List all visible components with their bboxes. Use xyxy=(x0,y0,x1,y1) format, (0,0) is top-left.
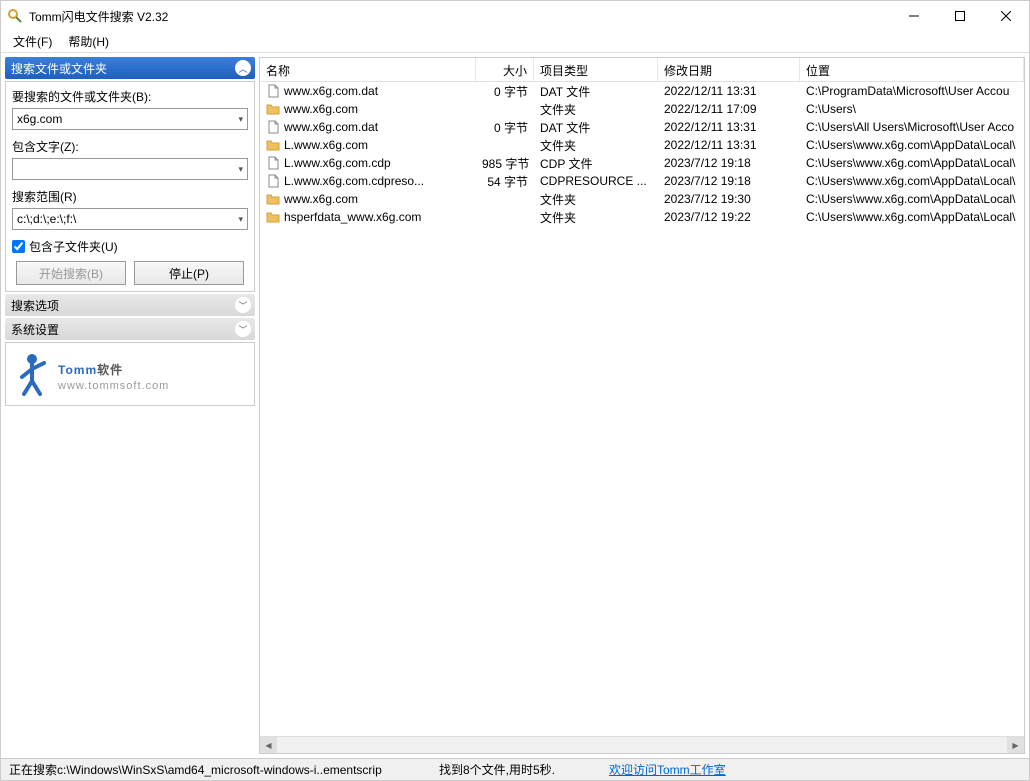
table-row[interactable]: www.x6g.com文件夹2022/12/11 17:09C:\Users\ xyxy=(260,100,1024,118)
dropdown-icon: ▾ xyxy=(238,114,243,125)
table-row[interactable]: L.www.x6g.com.cdp985 字节CDP 文件2023/7/12 1… xyxy=(260,154,1024,172)
table-row[interactable]: www.x6g.com.dat0 字节DAT 文件2022/12/11 13:3… xyxy=(260,118,1024,136)
maximize-button[interactable] xyxy=(937,1,983,31)
panel-settings-header[interactable]: 系统设置 ﹀ xyxy=(5,318,255,340)
include-subfolder-checkbox[interactable] xyxy=(12,240,25,253)
menu-file[interactable]: 文件(F) xyxy=(5,31,60,52)
table-row[interactable]: hsperfdata_www.x6g.com文件夹2023/7/12 19:22… xyxy=(260,208,1024,226)
panel-search-title: 搜索文件或文件夹 xyxy=(11,60,107,77)
app-icon xyxy=(7,8,23,24)
dropdown-icon: ▾ xyxy=(238,214,243,225)
table-row[interactable]: www.x6g.com文件夹2023/7/12 19:30C:\Users\ww… xyxy=(260,190,1024,208)
folder-icon xyxy=(266,210,280,224)
status-link[interactable]: 欢迎访问Tomm工作室 xyxy=(609,763,726,777)
search-scope-input[interactable]: c:\;d:\;e:\;f:\ ▾ xyxy=(12,208,248,230)
results-list[interactable]: www.x6g.com.dat0 字节DAT 文件2022/12/11 13:3… xyxy=(260,82,1024,736)
window-title: Tomm闪电文件搜索 V2.32 xyxy=(29,8,891,25)
file-icon xyxy=(266,120,280,134)
table-row[interactable]: www.x6g.com.dat0 字节DAT 文件2022/12/11 13:3… xyxy=(260,82,1024,100)
panel-options-title: 搜索选项 xyxy=(11,297,59,314)
search-target-input[interactable]: x6g.com ▾ xyxy=(12,108,248,130)
logo-brand1: Tomm xyxy=(58,363,97,377)
window-controls xyxy=(891,1,1029,31)
stop-search-button[interactable]: 停止(P) xyxy=(134,261,244,285)
panel-settings-title: 系统设置 xyxy=(11,321,59,338)
col-header-location[interactable]: 位置 xyxy=(800,58,1024,81)
table-row[interactable]: L.www.x6g.com.cdpreso...54 字节CDPRESOURCE… xyxy=(260,172,1024,190)
start-search-button[interactable]: 开始搜索(B) xyxy=(16,261,126,285)
menubar: 文件(F) 帮助(H) xyxy=(1,31,1029,53)
col-header-name[interactable]: 名称 xyxy=(260,58,476,81)
dropdown-icon: ▾ xyxy=(238,164,243,175)
results-pane: 名称 大小 项目类型 修改日期 位置 www.x6g.com.dat0 字节DA… xyxy=(259,57,1025,754)
chevron-down-icon: ﹀ xyxy=(235,321,251,337)
logo-box: Tomm软件 www.tommsoft.com xyxy=(5,342,255,406)
chevron-down-icon: ﹀ xyxy=(235,297,251,313)
status-found: 找到8个文件,用时5秒. xyxy=(435,761,605,778)
label-contain-text: 包含文字(Z): xyxy=(12,138,248,155)
col-header-type[interactable]: 项目类型 xyxy=(534,58,658,81)
col-header-date[interactable]: 修改日期 xyxy=(658,58,800,81)
file-icon xyxy=(266,174,280,188)
titlebar: Tomm闪电文件搜索 V2.32 xyxy=(1,1,1029,31)
scroll-right-icon[interactable]: ▶ xyxy=(1007,737,1024,753)
menu-help[interactable]: 帮助(H) xyxy=(60,31,117,52)
status-searching: 正在搜索c:\Windows\WinSxS\amd64_microsoft-wi… xyxy=(5,761,435,778)
logo-brand2: 软件 xyxy=(97,363,123,377)
scroll-left-icon[interactable]: ◀ xyxy=(260,737,277,753)
statusbar: 正在搜索c:\Windows\WinSxS\amd64_microsoft-wi… xyxy=(1,758,1029,780)
table-row[interactable]: L.www.x6g.com文件夹2022/12/11 13:31C:\Users… xyxy=(260,136,1024,154)
include-subfolder-label: 包含子文件夹(U) xyxy=(29,238,118,255)
chevron-up-icon: ︿ xyxy=(235,60,251,76)
results-header: 名称 大小 项目类型 修改日期 位置 xyxy=(260,58,1024,82)
sidebar: 搜索文件或文件夹 ︿ 要搜索的文件或文件夹(B): x6g.com ▾ 包含文字… xyxy=(1,53,259,758)
minimize-button[interactable] xyxy=(891,1,937,31)
logo-icon xyxy=(12,349,52,399)
label-search-target: 要搜索的文件或文件夹(B): xyxy=(12,88,248,105)
horizontal-scrollbar[interactable]: ◀ ▶ xyxy=(260,736,1024,753)
file-icon xyxy=(266,84,280,98)
folder-icon xyxy=(266,192,280,206)
folder-icon xyxy=(266,102,280,116)
file-icon xyxy=(266,156,280,170)
close-button[interactable] xyxy=(983,1,1029,31)
contain-text-input[interactable]: ▾ xyxy=(12,158,248,180)
col-header-size[interactable]: 大小 xyxy=(476,58,534,81)
content-area: 搜索文件或文件夹 ︿ 要搜索的文件或文件夹(B): x6g.com ▾ 包含文字… xyxy=(1,53,1029,758)
folder-icon xyxy=(266,138,280,152)
label-search-scope: 搜索范围(R) xyxy=(12,188,248,205)
logo-url: www.tommsoft.com xyxy=(58,380,169,392)
panel-search-header[interactable]: 搜索文件或文件夹 ︿ xyxy=(5,57,255,79)
panel-search-body: 要搜索的文件或文件夹(B): x6g.com ▾ 包含文字(Z): ▾ 搜索范围… xyxy=(5,81,255,292)
panel-options-header[interactable]: 搜索选项 ﹀ xyxy=(5,294,255,316)
